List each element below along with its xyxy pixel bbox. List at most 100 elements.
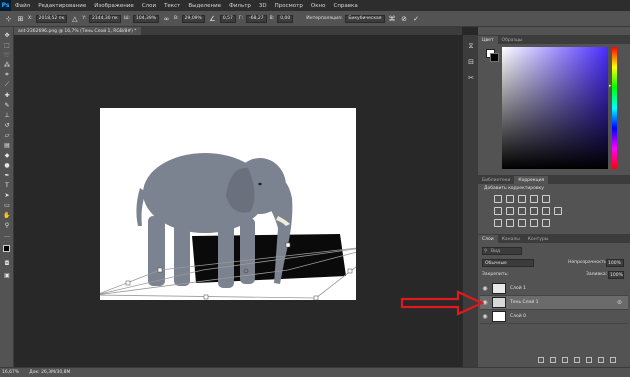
foreground-color-swatch[interactable] xyxy=(3,245,10,252)
new-group-icon[interactable] xyxy=(586,357,592,363)
relative-position-icon[interactable]: △ xyxy=(70,14,79,23)
delete-layer-icon[interactable] xyxy=(610,357,616,363)
hskew-field[interactable]: -68,27 xyxy=(246,14,267,23)
levels-icon[interactable] xyxy=(506,195,514,203)
zoom-level[interactable]: 16,67% xyxy=(2,370,19,375)
hue-slider-handle[interactable]: ▸ xyxy=(609,83,612,89)
layer-row-selected[interactable]: ◉ Тень Слой 1 ⊛ xyxy=(480,296,628,310)
height-field[interactable]: 29,09% xyxy=(181,14,205,23)
warp-icon[interactable]: ⌘ xyxy=(388,14,397,23)
healing-tool-icon[interactable]: ✚ xyxy=(3,91,11,99)
menu-view[interactable]: Просмотр xyxy=(271,3,307,9)
angle-field[interactable]: 0,57 xyxy=(219,14,236,23)
lasso-tool-icon[interactable]: ➰ xyxy=(3,51,11,59)
channel-mixer-icon[interactable] xyxy=(542,207,550,215)
posterize-icon[interactable] xyxy=(506,219,514,227)
tab-paths[interactable]: Контуры xyxy=(524,235,553,243)
new-layer-icon[interactable] xyxy=(598,357,604,363)
brightness-icon[interactable] xyxy=(494,195,502,203)
type-tool-icon[interactable]: T xyxy=(3,181,11,189)
quick-select-tool-icon[interactable]: ⁂ xyxy=(3,61,11,69)
quick-mask-icon[interactable]: ◘ xyxy=(3,259,11,267)
threshold-icon[interactable] xyxy=(518,219,526,227)
blur-tool-icon[interactable]: ◆ xyxy=(3,151,11,159)
tab-libraries[interactable]: Библиотеки xyxy=(478,176,514,184)
menu-filter[interactable]: Фильтр xyxy=(225,3,255,9)
cancel-transform-icon[interactable]: ⊘ xyxy=(400,14,409,23)
history-brush-tool-icon[interactable]: ↺ xyxy=(3,121,11,129)
brush-tool-icon[interactable]: ✎ xyxy=(3,101,11,109)
tab-channels[interactable]: Каналы xyxy=(498,235,524,243)
gradient-map-icon[interactable] xyxy=(530,219,538,227)
canvas-area[interactable] xyxy=(14,35,462,367)
stamp-tool-icon[interactable]: ⊥ xyxy=(3,111,11,119)
layer-style-icon[interactable] xyxy=(550,357,556,363)
transform-handle[interactable] xyxy=(347,268,353,274)
history-icon[interactable]: ⧖ xyxy=(466,41,476,51)
tab-adjustments[interactable]: Коррекция xyxy=(514,176,549,184)
menu-edit[interactable]: Редактирование xyxy=(34,3,90,9)
tool-presets-icon[interactable]: ✂ xyxy=(466,73,476,83)
add-mask-icon[interactable] xyxy=(562,357,568,363)
vibrance-icon[interactable] xyxy=(542,195,550,203)
layer-filter-select[interactable]: ⚲ Вид xyxy=(482,247,522,255)
menu-3d[interactable]: 3D xyxy=(255,3,271,9)
reference-point-icon[interactable]: ⊞ xyxy=(16,14,25,23)
crop-tool-icon[interactable]: ⌗ xyxy=(3,71,11,79)
properties-icon[interactable]: ⊟ xyxy=(466,57,476,67)
transform-handle[interactable] xyxy=(157,267,163,273)
menu-window[interactable]: Окно xyxy=(307,3,330,9)
photo-filter-icon[interactable] xyxy=(530,207,538,215)
vskew-field[interactable]: 0,00 xyxy=(277,14,294,23)
commit-transform-icon[interactable]: ✓ xyxy=(412,14,421,23)
color-balance-icon[interactable] xyxy=(506,207,514,215)
exposure-icon[interactable] xyxy=(530,195,538,203)
fill-field[interactable]: 100% xyxy=(608,271,624,279)
more-tools-icon[interactable]: … xyxy=(3,231,11,239)
new-adjustment-icon[interactable] xyxy=(574,357,580,363)
selective-color-icon[interactable] xyxy=(542,219,550,227)
tab-swatches[interactable]: Образцы xyxy=(498,36,527,44)
blend-mode-select[interactable]: Обычные xyxy=(482,259,534,267)
link-layers-icon[interactable] xyxy=(538,357,544,363)
screen-mode-icon[interactable]: ▣ xyxy=(3,271,11,279)
menu-file[interactable]: Файл xyxy=(11,3,34,9)
color-lookup-icon[interactable] xyxy=(554,207,562,215)
interpolation-select[interactable]: Бикубическая xyxy=(345,14,385,23)
link-icon[interactable]: ∞ xyxy=(162,14,171,23)
zoom-tool-icon[interactable]: ⚲ xyxy=(3,221,11,229)
eraser-tool-icon[interactable]: ▱ xyxy=(3,131,11,139)
eyedropper-tool-icon[interactable]: ⟋ xyxy=(3,81,11,89)
hand-tool-icon[interactable]: ✋ xyxy=(3,211,11,219)
width-field[interactable]: 104,39% xyxy=(133,14,160,23)
hue-saturation-icon[interactable] xyxy=(494,207,502,215)
transform-handle[interactable] xyxy=(203,294,209,300)
layer-row[interactable]: ◉ Слой 1 xyxy=(480,282,628,296)
curves-icon[interactable] xyxy=(518,195,526,203)
menu-select[interactable]: Выделение xyxy=(184,3,225,9)
transform-handle[interactable] xyxy=(125,280,131,286)
menu-image[interactable]: Изображение xyxy=(90,3,138,9)
black-white-icon[interactable] xyxy=(518,207,526,215)
layer-row[interactable]: ◉ Слой 0 xyxy=(480,310,628,324)
tab-layers[interactable]: Слои xyxy=(478,235,498,243)
menu-help[interactable]: Справка xyxy=(329,3,361,9)
shape-tool-icon[interactable]: ▭ xyxy=(3,201,11,209)
tab-color[interactable]: Цвет xyxy=(478,36,498,44)
pen-tool-icon[interactable]: ✒ xyxy=(3,171,11,179)
gradient-tool-icon[interactable]: ▤ xyxy=(3,141,11,149)
document-tab[interactable]: ant-2362696.png @ 16,7% (Тень Слой 1, RG… xyxy=(14,27,141,35)
move-tool-icon[interactable]: ✥ xyxy=(3,31,11,39)
opacity-field[interactable]: 100% xyxy=(606,259,624,267)
menu-layers[interactable]: Слои xyxy=(138,3,160,9)
marquee-tool-icon[interactable]: ⬚ xyxy=(3,41,11,49)
document-canvas[interactable] xyxy=(93,108,387,301)
x-field[interactable]: 2018,52 пк xyxy=(35,14,68,23)
path-select-tool-icon[interactable]: ➤ xyxy=(3,191,11,199)
color-field[interactable] xyxy=(502,47,608,169)
menu-type[interactable]: Текст xyxy=(160,3,184,9)
invert-icon[interactable] xyxy=(494,219,502,227)
y-field[interactable]: 2144,30 пк xyxy=(88,14,121,23)
hue-slider[interactable] xyxy=(612,47,617,169)
background-color-swatch[interactable] xyxy=(490,53,499,62)
